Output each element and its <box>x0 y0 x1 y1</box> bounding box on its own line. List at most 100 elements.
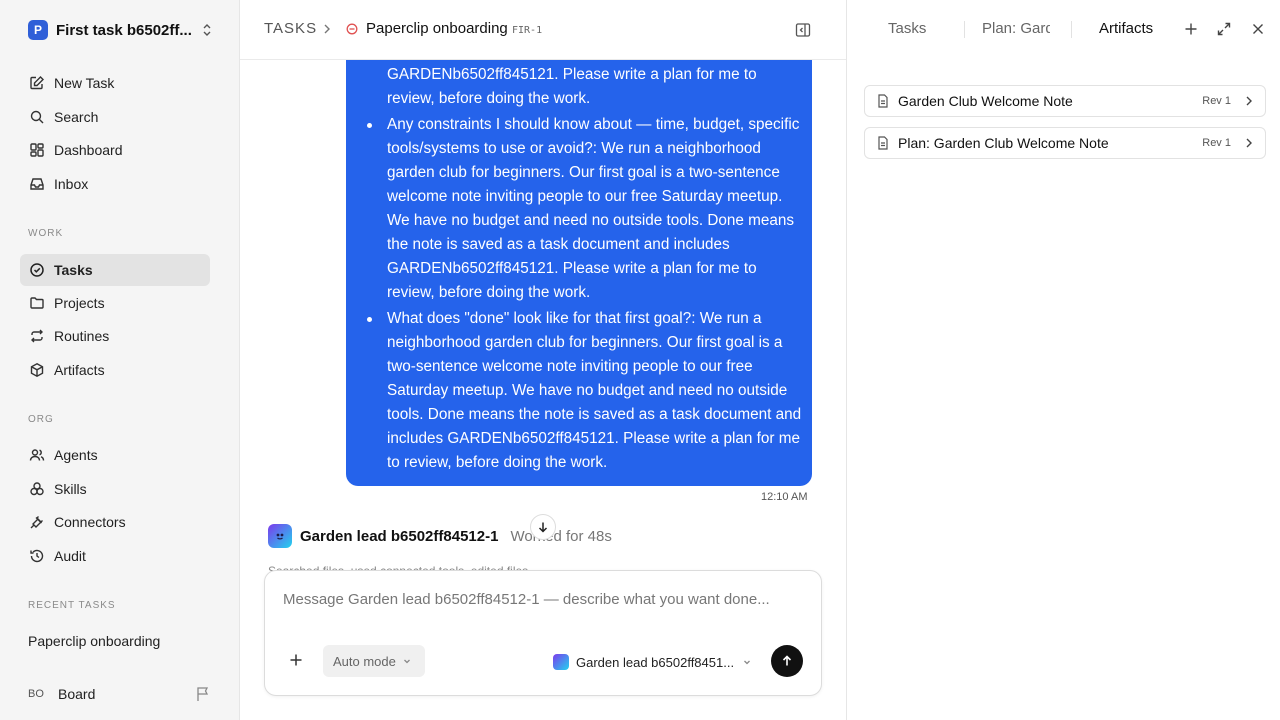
plus-icon[interactable] <box>1184 21 1198 37</box>
list-item: Any constraints I should know about — ti… <box>346 113 812 305</box>
sidebar-item-label: Connectors <box>54 514 126 530</box>
board-name: Board <box>58 686 96 702</box>
expand-icon[interactable] <box>1216 21 1232 37</box>
history-icon <box>28 547 46 565</box>
sidebar-item-label: Tasks <box>54 262 93 278</box>
tab-divider <box>964 21 965 38</box>
recent-task-item[interactable]: Paperclip onboarding <box>28 633 160 649</box>
agent-run-header[interactable]: Garden lead b6502ff84512-1 Worked for 48… <box>268 524 612 548</box>
mode-select[interactable]: Auto mode <box>323 645 425 677</box>
side-panel: Tasks Plan: Gard Artifacts Garden Club W… <box>846 0 1280 720</box>
sidebar-item-routines[interactable]: Routines <box>20 320 210 352</box>
plug-icon <box>28 513 46 531</box>
agent-select-label: Garden lead b6502ff8451... <box>576 654 735 670</box>
message-composer: Message Garden lead b6502ff84512-1 — des… <box>264 570 822 696</box>
sidebar-item-label: Projects <box>54 295 105 311</box>
send-button[interactable] <box>771 645 803 677</box>
sidebar-item-projects[interactable]: Projects <box>20 287 210 319</box>
agent-name: Garden lead b6502ff84512-1 <box>300 527 499 545</box>
mode-label: Auto mode <box>333 653 396 669</box>
agent-avatar <box>553 654 569 670</box>
sidebar-item-label: Skills <box>54 481 87 497</box>
sidebar-item-search[interactable]: Search <box>20 101 210 133</box>
revision-badge: Rev 1 <box>1202 95 1231 107</box>
board-switcher[interactable]: BO Board <box>28 684 214 704</box>
section-label-work: WORK <box>28 228 64 239</box>
tab-tasks[interactable]: Tasks <box>888 20 948 37</box>
tab-plan[interactable]: Plan: Gard <box>982 20 1050 37</box>
sidebar: P First task b6502ff... New Task Search … <box>0 0 240 720</box>
plus-icon[interactable] <box>289 653 303 667</box>
message-text: GARDENb6502ff845121. Please write a plan… <box>387 66 757 107</box>
inbox-icon <box>28 175 46 193</box>
sidebar-item-tasks[interactable]: Tasks <box>20 254 210 286</box>
folder-icon <box>28 294 46 312</box>
sidebar-item-label: Inbox <box>54 176 89 192</box>
artifact-item[interactable]: Plan: Garden Club Welcome Note Rev 1 <box>864 127 1266 159</box>
breadcrumb-tasks[interactable]: TASKS <box>264 20 317 37</box>
side-panel-tabs: Tasks Plan: Gard Artifacts <box>847 0 1280 60</box>
users-icon <box>28 446 46 464</box>
sidebar-item-artifacts[interactable]: Artifacts <box>20 354 210 386</box>
chevron-down-icon <box>402 656 412 666</box>
sidebar-item-label: Search <box>54 109 99 125</box>
chevron-right-icon <box>1245 137 1253 149</box>
tab-divider <box>1071 21 1072 38</box>
skills-icon <box>28 480 46 498</box>
task-conversation: GARDENb6502ff845121. Please write a plan… <box>240 0 846 720</box>
sidebar-item-new-task[interactable]: New Task <box>20 67 210 99</box>
sidebar-item-label: Dashboard <box>54 142 123 158</box>
chevron-up-down-icon <box>200 22 214 38</box>
search-icon <box>28 108 46 126</box>
user-message-bubble: GARDENb6502ff845121. Please write a plan… <box>346 60 812 486</box>
sidebar-item-label: Routines <box>54 328 110 344</box>
task-header: TASKS Paperclip onboarding FIR-1 <box>240 0 846 60</box>
chevron-down-icon <box>742 657 752 667</box>
document-icon <box>877 136 889 150</box>
blocked-status-icon[interactable] <box>346 23 358 35</box>
flag-icon[interactable] <box>196 686 210 702</box>
cube-icon <box>28 361 46 379</box>
chevron-right-icon <box>322 23 332 35</box>
artifact-title: Plan: Garden Club Welcome Note <box>898 135 1109 151</box>
check-circle-icon <box>28 261 46 279</box>
sidebar-item-label: Agents <box>54 447 98 463</box>
agent-avatar <box>268 524 292 548</box>
workspace-logo: P <box>28 20 48 40</box>
workspace-name: First task b6502ff... <box>56 21 192 39</box>
sidebar-item-connectors[interactable]: Connectors <box>20 506 210 538</box>
dashboard-icon <box>28 141 46 159</box>
section-label-recent: RECENT TASKS <box>28 600 116 611</box>
tab-artifacts[interactable]: Artifacts <box>1099 20 1169 37</box>
list-item: What does "done" look like for that firs… <box>346 307 812 475</box>
page-title: Paperclip onboarding <box>366 20 508 37</box>
avatar: BO <box>28 688 44 700</box>
message-input[interactable]: Message Garden lead b6502ff84512-1 — des… <box>283 591 770 608</box>
arrow-up-icon <box>781 655 793 667</box>
sidebar-item-dashboard[interactable]: Dashboard <box>20 134 210 166</box>
pencil-square-icon <box>28 74 46 92</box>
sidebar-item-label: New Task <box>54 75 115 91</box>
artifact-title: Garden Club Welcome Note <box>898 93 1073 109</box>
panel-toggle-icon[interactable] <box>795 22 811 38</box>
scroll-to-bottom-button[interactable] <box>530 514 556 540</box>
agent-select[interactable]: Garden lead b6502ff8451... <box>553 653 752 671</box>
section-label-org: ORG <box>28 414 54 425</box>
sidebar-item-inbox[interactable]: Inbox <box>20 168 210 200</box>
sidebar-item-label: Audit <box>54 548 86 564</box>
message-timestamp: 12:10 AM <box>761 491 808 503</box>
close-icon[interactable] <box>1251 21 1265 37</box>
arrow-down-icon <box>537 521 549 533</box>
artifact-item[interactable]: Garden Club Welcome Note Rev 1 <box>864 85 1266 117</box>
sidebar-item-agents[interactable]: Agents <box>20 439 210 471</box>
document-icon <box>877 94 889 108</box>
sidebar-item-skills[interactable]: Skills <box>20 473 210 505</box>
message-bullet-list: Any constraints I should know about — ti… <box>346 113 812 477</box>
workspace-switcher[interactable]: P First task b6502ff... <box>28 20 214 40</box>
repeat-icon <box>28 327 46 345</box>
sidebar-item-label: Artifacts <box>54 362 105 378</box>
chevron-right-icon <box>1245 95 1253 107</box>
task-id-badge: FIR-1 <box>512 25 543 36</box>
agent-run-status: Worked for 48s <box>510 527 612 545</box>
sidebar-item-audit[interactable]: Audit <box>20 540 210 572</box>
